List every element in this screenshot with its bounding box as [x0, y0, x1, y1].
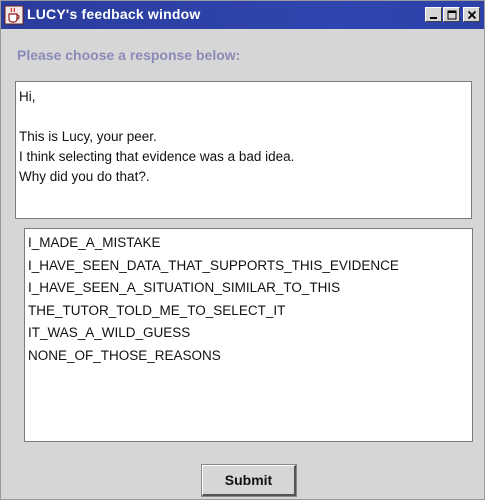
message-line: This is Lucy, your peer. — [19, 129, 157, 144]
submit-button[interactable]: Submit — [202, 465, 296, 496]
message-text-area[interactable]: Hi, This is Lucy, your peer. I think sel… — [15, 81, 472, 219]
coffee-cup-icon[interactable] — [4, 5, 24, 25]
close-icon — [467, 10, 476, 19]
response-prompt: Please choose a response below: — [17, 47, 241, 63]
response-option-similar-situation[interactable]: I_HAVE_SEEN_A_SITUATION_SIMILAR_TO_THIS — [28, 277, 469, 300]
message-line: I think selecting that evidence was a ba… — [19, 149, 295, 164]
response-option-tutor-told[interactable]: THE_TUTOR_TOLD_ME_TO_SELECT_IT — [28, 300, 469, 323]
message-line — [19, 107, 468, 127]
minimize-icon — [429, 16, 437, 19]
message-line: Hi, — [19, 89, 36, 104]
maximize-icon — [447, 10, 456, 19]
minimize-button[interactable] — [425, 7, 442, 22]
response-option-none[interactable]: NONE_OF_THOSE_REASONS — [28, 345, 469, 368]
window-title: LUCY's feedback window — [27, 6, 201, 22]
response-option-seen-data[interactable]: I_HAVE_SEEN_DATA_THAT_SUPPORTS_THIS_EVID… — [28, 255, 469, 278]
response-option-wild-guess[interactable]: IT_WAS_A_WILD_GUESS — [28, 322, 469, 345]
maximize-button[interactable] — [443, 7, 460, 22]
title-bar[interactable]: LUCY's feedback window — [1, 1, 484, 29]
feedback-window: LUCY's feedback window Please choose a r… — [0, 0, 485, 500]
message-line: Why did you do that?. — [19, 169, 150, 184]
response-list[interactable]: I_MADE_A_MISTAKE I_HAVE_SEEN_DATA_THAT_S… — [24, 228, 473, 442]
close-button[interactable] — [463, 7, 480, 22]
response-option-made-mistake[interactable]: I_MADE_A_MISTAKE — [28, 232, 469, 255]
